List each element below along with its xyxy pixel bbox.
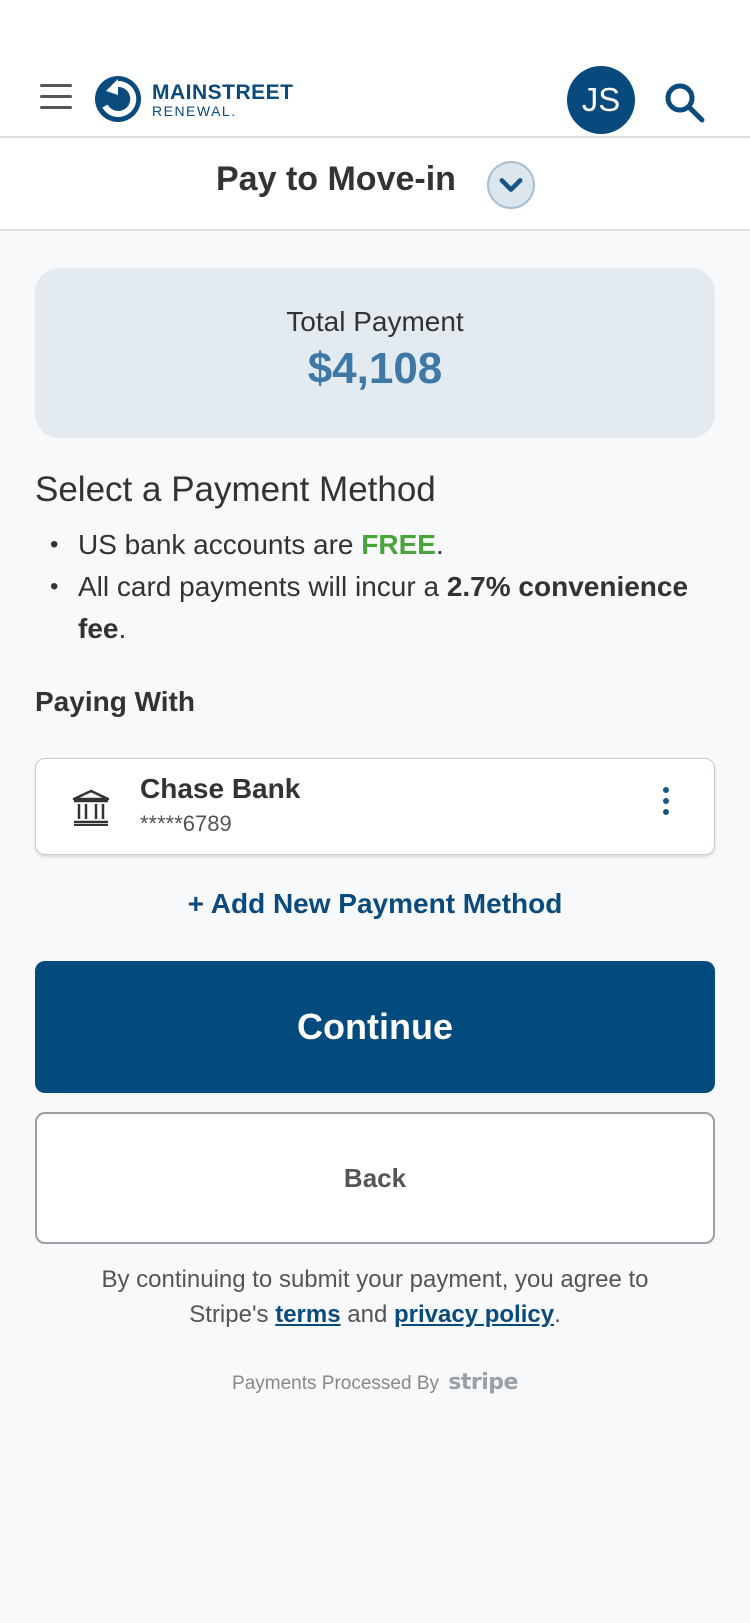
bullet-bank-free: US bank accounts are FREE. [50, 524, 730, 566]
back-button[interactable]: Back [35, 1112, 715, 1244]
bank-icon [72, 789, 110, 826]
bank-name: Chase Bank [140, 773, 301, 804]
add-payment-method-link[interactable]: + Add New Payment Method [0, 888, 750, 920]
chevron-down-icon[interactable] [487, 161, 535, 209]
privacy-policy-link[interactable]: privacy policy [394, 1301, 554, 1328]
page-title: Pay to Move-in [216, 160, 456, 198]
payment-notes: US bank accounts are FREE. All card paym… [50, 524, 730, 650]
terms-link[interactable]: terms [275, 1301, 340, 1328]
stripe-logo: stripe [448, 1370, 518, 1395]
logo-mark-icon [95, 76, 141, 122]
bullet-card-fee: All card payments will incur a 2.7% conv… [50, 566, 730, 650]
total-payment-amount: $4,108 [307, 344, 443, 393]
logo-text-main: MAINSTREET [152, 81, 294, 104]
account-number: *****6789 [140, 811, 232, 836]
avatar[interactable]: JS [567, 66, 635, 134]
total-payment-card: Total Payment $4,108 [35, 268, 715, 438]
hamburger-icon[interactable] [40, 84, 72, 110]
mainstreet-logo[interactable]: MAINSTREET RENEWAL. [94, 75, 294, 125]
logo-text-sub: RENEWAL. [152, 103, 237, 119]
top-header: MAINSTREET RENEWAL. JS [0, 0, 750, 138]
payments-processed-by: Payments Processed By stripe [232, 1370, 518, 1395]
free-highlight: FREE [361, 529, 436, 560]
continue-button[interactable]: Continue [35, 961, 715, 1093]
search-icon[interactable] [662, 80, 706, 124]
total-payment-label: Total Payment [286, 306, 464, 337]
paying-with-label: Paying With [35, 686, 195, 717]
payment-method-title: Select a Payment Method [35, 470, 436, 509]
selected-payment-method[interactable]: Chase Bank *****6789 [35, 758, 715, 855]
kebab-menu-icon[interactable] [656, 787, 676, 827]
stripe-terms-notice: By continuing to submit your payment, yo… [101, 1266, 649, 1328]
page-subheader: Pay to Move-in [0, 138, 750, 231]
